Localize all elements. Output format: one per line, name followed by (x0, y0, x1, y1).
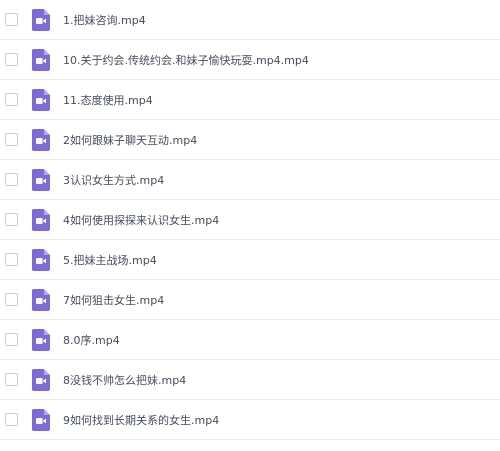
file-name[interactable]: 4如何使用探探来认识女生.mp4 (63, 212, 219, 228)
file-row[interactable]: 7如何狙击女生.mp4 (0, 280, 500, 320)
video-file-icon (32, 288, 50, 311)
file-row[interactable]: 1.把妹咨询.mp4 (0, 0, 500, 40)
file-row[interactable]: 11.态度使用.mp4 (0, 80, 500, 120)
row-checkbox[interactable] (5, 132, 18, 146)
file-list: 1.把妹咨询.mp4 10.关于约会.传统约会.和妹子愉快玩耍.mp4.mp4 … (0, 0, 500, 451)
row-checkbox[interactable] (5, 292, 18, 306)
file-name[interactable]: 8.0序.mp4 (63, 332, 120, 348)
row-checkbox[interactable] (5, 92, 18, 106)
file-row[interactable]: 9如何找到长期关系的女生.mp4 (0, 400, 500, 440)
row-checkbox[interactable] (5, 212, 18, 226)
file-row[interactable]: 5.把妹主战场.mp4 (0, 240, 500, 280)
video-file-icon (32, 128, 50, 151)
video-file-icon (32, 88, 50, 111)
file-name[interactable]: 9如何找到长期关系的女生.mp4 (63, 412, 219, 428)
file-row[interactable]: 4如何使用探探来认识女生.mp4 (0, 200, 500, 240)
video-file-icon (32, 208, 50, 231)
file-name[interactable]: 10.关于约会.传统约会.和妹子愉快玩耍.mp4.mp4 (63, 52, 309, 68)
file-name[interactable]: 7如何狙击女生.mp4 (63, 292, 164, 308)
video-file-icon (32, 168, 50, 191)
video-file-icon (32, 328, 50, 351)
row-checkbox[interactable] (5, 12, 18, 26)
file-row[interactable]: 10.关于约会.传统约会.和妹子愉快玩耍.mp4.mp4 (0, 40, 500, 80)
video-file-icon (32, 248, 50, 271)
file-row[interactable]: 8.0序.mp4 (0, 320, 500, 360)
video-file-icon (32, 368, 50, 391)
video-file-icon (32, 408, 50, 431)
file-row[interactable]: 8没钱不帅怎么把妹.mp4 (0, 360, 500, 400)
file-name[interactable]: 3认识女生方式.mp4 (63, 172, 164, 188)
video-file-icon (32, 48, 50, 71)
row-checkbox[interactable] (5, 332, 18, 346)
file-row[interactable]: 3认识女生方式.mp4 (0, 160, 500, 200)
row-checkbox[interactable] (5, 412, 18, 426)
row-checkbox[interactable] (5, 52, 18, 66)
row-checkbox[interactable] (5, 372, 18, 386)
video-file-icon (32, 8, 50, 31)
file-name[interactable]: 1.把妹咨询.mp4 (63, 12, 146, 28)
row-checkbox[interactable] (5, 172, 18, 186)
file-name[interactable]: 8没钱不帅怎么把妹.mp4 (63, 372, 186, 388)
file-name[interactable]: 2如何跟妹子聊天互动.mp4 (63, 132, 197, 148)
file-row[interactable]: 2如何跟妹子聊天互动.mp4 (0, 120, 500, 160)
row-checkbox[interactable] (5, 252, 18, 266)
file-name[interactable]: 5.把妹主战场.mp4 (63, 252, 157, 268)
file-name[interactable]: 11.态度使用.mp4 (63, 92, 153, 108)
